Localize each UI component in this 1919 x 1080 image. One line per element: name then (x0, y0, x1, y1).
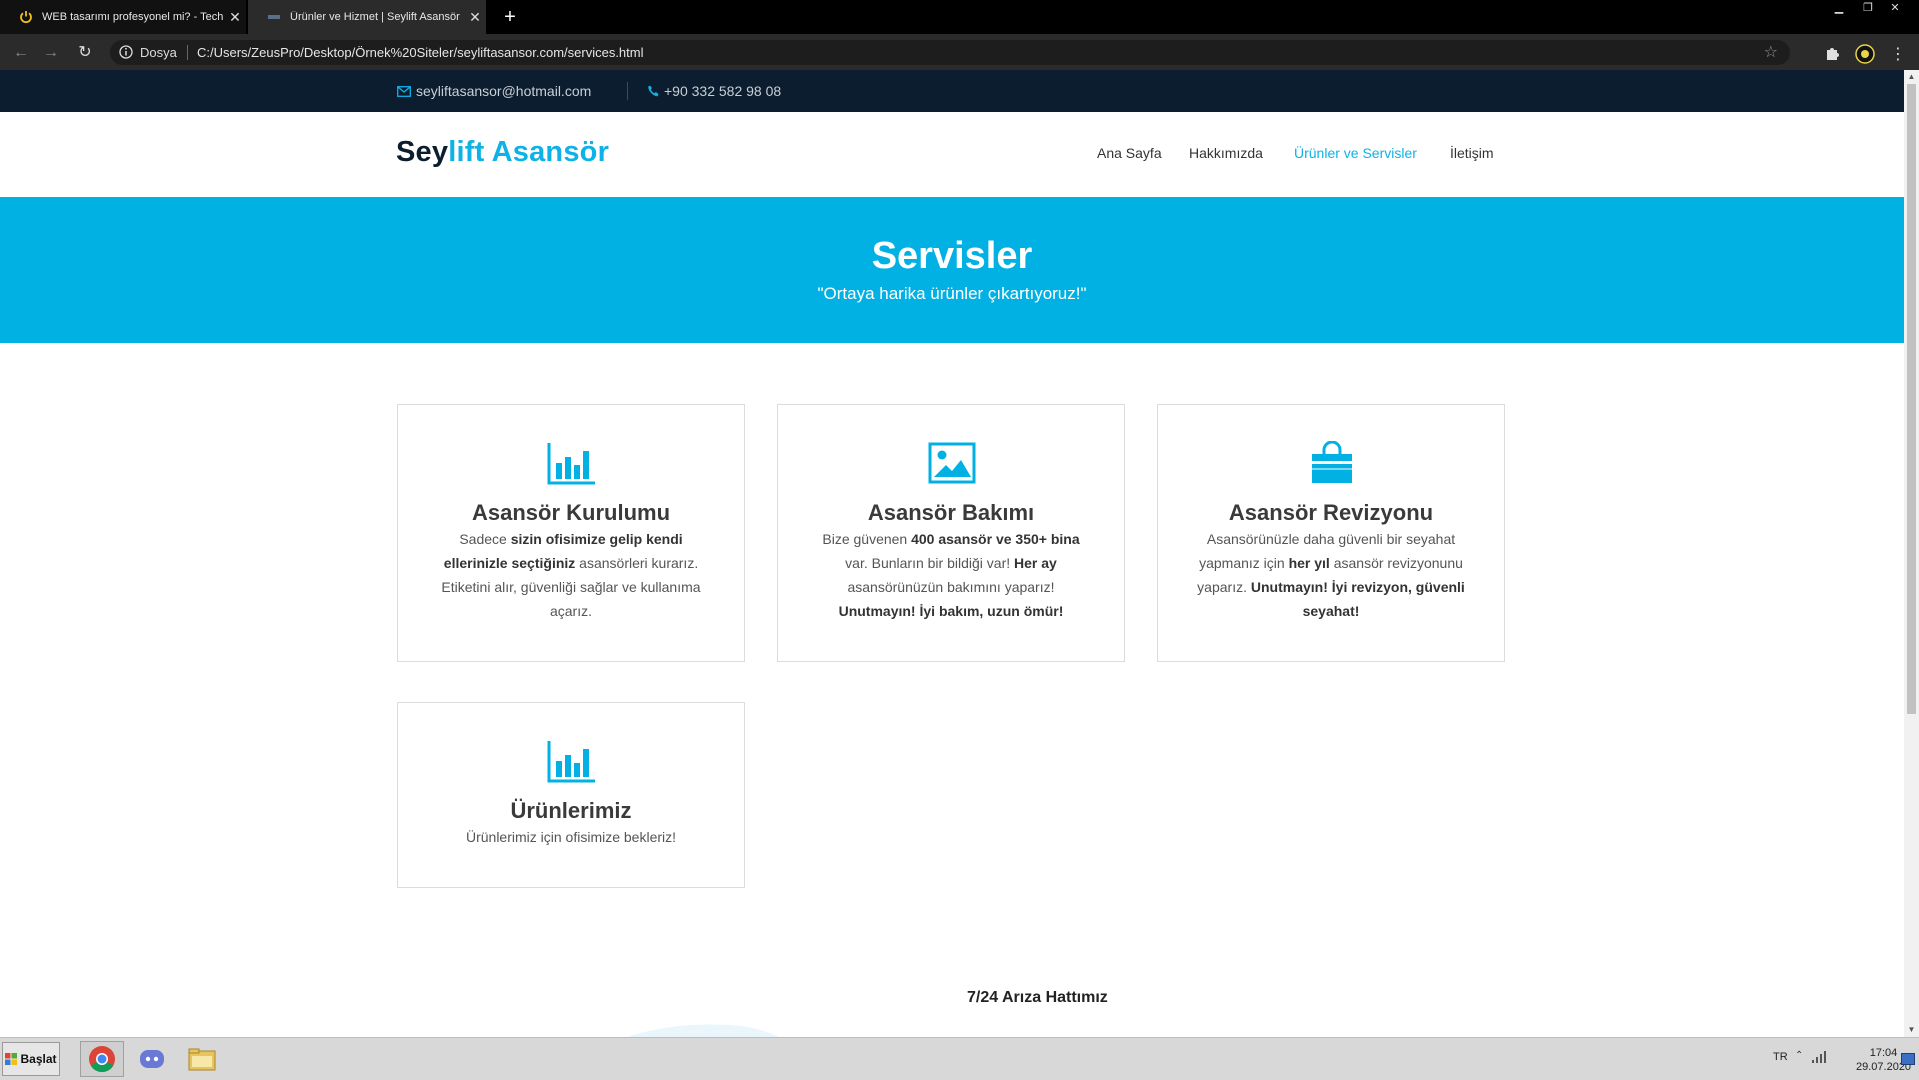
emphasis-text: Unutmayın! İyi revizyon, güvenli seyahat… (1250, 579, 1465, 619)
body-text: Bize güvenen (822, 531, 912, 547)
body-text: asansörünüzün bakımını yaparız! (847, 579, 1055, 595)
logo-part-dark: Sey (396, 136, 449, 168)
card-description: Sadece sizin ofisimize gelip kendi eller… (434, 527, 708, 623)
taskbar-discord[interactable] (130, 1041, 174, 1077)
info-icon[interactable] (118, 44, 134, 60)
scroll-up-arrow-icon[interactable]: ▲ (1904, 70, 1919, 84)
body-text: Ürünlerimiz için ofisimize bekleriz! (465, 829, 677, 845)
service-card-kurulum: Asansör Kurulumu Sadece sizin ofisimize … (397, 404, 745, 662)
restore-icon[interactable]: ❐ (1855, 0, 1881, 18)
phone-contact[interactable]: +90 332 582 98 08 (648, 83, 781, 99)
forward-arrow-icon[interactable]: → (38, 40, 64, 66)
page-viewport: seyliftasansor@hotmail.com +90 332 582 9… (0, 70, 1904, 1037)
taskbar-chrome[interactable] (80, 1041, 124, 1077)
page-scrollbar[interactable]: ▲ ▼ (1904, 70, 1919, 1037)
address-separator (187, 45, 188, 60)
back-arrow-icon[interactable]: ← (8, 40, 34, 66)
close-window-icon[interactable]: ✕ (1882, 0, 1908, 18)
service-card-bakim: Asansör Bakımı Bize güvenen 400 asansör … (777, 404, 1125, 662)
nav-iletisim[interactable]: İletişim (1450, 145, 1494, 161)
support-line-heading: 7/24 Arıza Hattımız (967, 989, 1108, 1006)
file-scheme-label: Dosya (140, 45, 177, 60)
reload-icon[interactable]: ↻ (72, 40, 98, 66)
envelope-icon (397, 85, 411, 97)
page-favicon-icon (266, 9, 282, 25)
topbar-divider (627, 82, 628, 100)
system-tray: TR ⌃ 17:04 29.07.2020 (1749, 1038, 1919, 1080)
email-contact[interactable]: seyliftasansor@hotmail.com (397, 83, 591, 99)
site-logo[interactable]: Seylift Asansör (396, 136, 609, 169)
contact-topbar: seyliftasansor@hotmail.com +90 332 582 9… (0, 70, 1904, 112)
tab-services-page[interactable]: Ürünler ve Hizmet | Seylift Asansör ✕ (248, 0, 486, 34)
tray-expand-icon[interactable]: ⌃ (1795, 1050, 1803, 1061)
menu-dots-icon[interactable]: ⋮ (1888, 44, 1908, 64)
phone-text: +90 332 582 98 08 (664, 83, 782, 99)
os-taskbar: Başlat TR ⌃ 17:04 29.07.2020 (0, 1037, 1919, 1080)
taskbar-file-explorer[interactable] (180, 1041, 224, 1077)
emphasis-text: 400 asansör ve 350+ bina (911, 531, 1080, 547)
network-signal-icon[interactable] (1811, 1050, 1827, 1069)
start-button[interactable]: Başlat (2, 1042, 60, 1076)
service-card-revizyon: Asansör Revizyonu Asansörünüzle daha güv… (1157, 404, 1505, 662)
tab-tech-article[interactable]: WEB tasarımı profesyonel mi? - Tech ✕ (0, 0, 246, 34)
card-title: Asansör Revizyonu (1228, 500, 1434, 525)
emphasis-text: Unutmayın! İyi bakım, uzun ömür! (838, 603, 1064, 619)
page-subtitle: "Ortaya harika ürünler çıkartıyoruz!" (817, 284, 1087, 303)
scrollbar-thumb[interactable] (1907, 84, 1916, 714)
new-tab-button[interactable]: + (498, 4, 522, 30)
profile-avatar-icon[interactable] (1855, 44, 1875, 64)
windows-logo-icon (5, 1053, 18, 1065)
bar-chart-icon (547, 441, 597, 485)
card-title: Asansör Bakımı (867, 500, 1035, 525)
card-title: Ürünlerimiz (510, 798, 632, 823)
logo-part-accent: lift Asansör (448, 136, 610, 168)
close-tab-icon[interactable]: ✕ (224, 9, 246, 26)
close-tab-icon[interactable]: ✕ (464, 9, 486, 26)
file-explorer-icon (188, 1047, 216, 1071)
start-label: Başlat (20, 1052, 57, 1066)
discord-icon (139, 1048, 165, 1070)
show-desktop-icon[interactable] (1901, 1052, 1915, 1070)
card-description: Bize güvenen 400 asansör ve 350+ bina va… (814, 527, 1088, 623)
emphasis-text: her yıl (1288, 555, 1330, 571)
shopping-bag-icon (1307, 440, 1357, 485)
service-card-urunler: Ürünlerimiz Ürünlerimiz için ofisimize b… (397, 702, 745, 888)
hero-banner: Servisler "Ortaya harika ürünler çıkartı… (0, 197, 1904, 343)
minimize-icon[interactable]: ▁ (1826, 0, 1852, 18)
page-title: Servisler (871, 235, 1033, 277)
nav-hakkimizda[interactable]: Hakkımızda (1189, 145, 1263, 161)
browser-tab-strip: WEB tasarımı profesyonel mi? - Tech ✕ Ür… (0, 0, 1919, 34)
body-text: Sadece (459, 531, 511, 547)
bar-chart-icon (547, 739, 597, 783)
url-text[interactable]: C:/Users/ZeusPro/Desktop/Örnek%20Siteler… (197, 45, 644, 60)
nav-urunler-ve-servisler[interactable]: Ürünler ve Servisler (1294, 145, 1417, 161)
tab-title: Ürünler ve Hizmet | Seylift Asansör (290, 11, 460, 23)
decorative-background-shape (627, 1024, 779, 1037)
language-indicator[interactable]: TR (1773, 1051, 1788, 1063)
extensions-puzzle-icon[interactable] (1824, 44, 1844, 64)
site-header: Seylift Asansör Ana Sayfa Hakkımızda Ürü… (0, 112, 1904, 197)
bookmark-star-icon[interactable]: ☆ (1764, 42, 1778, 62)
tab-title: WEB tasarımı profesyonel mi? - Tech (42, 11, 224, 23)
card-description: Ürünlerimiz için ofisimize bekleriz! (434, 825, 708, 849)
picture-icon (927, 441, 977, 485)
body-text: var. Bunların bir bildiği var! (845, 555, 1015, 571)
phone-icon (648, 85, 659, 97)
card-description: Asansörünüzle daha güvenli bir seyahat y… (1194, 527, 1468, 623)
address-bar[interactable]: Dosya C:/Users/ZeusPro/Desktop/Örnek%20S… (110, 40, 1790, 65)
chrome-icon (88, 1045, 116, 1073)
nav-ana-sayfa[interactable]: Ana Sayfa (1097, 145, 1162, 161)
power-icon (18, 9, 34, 25)
card-title: Asansör Kurulumu (471, 500, 671, 525)
email-text: seyliftasansor@hotmail.com (416, 83, 592, 99)
emphasis-text: Her ay (1014, 555, 1057, 571)
scroll-down-arrow-icon[interactable]: ▼ (1904, 1023, 1919, 1037)
